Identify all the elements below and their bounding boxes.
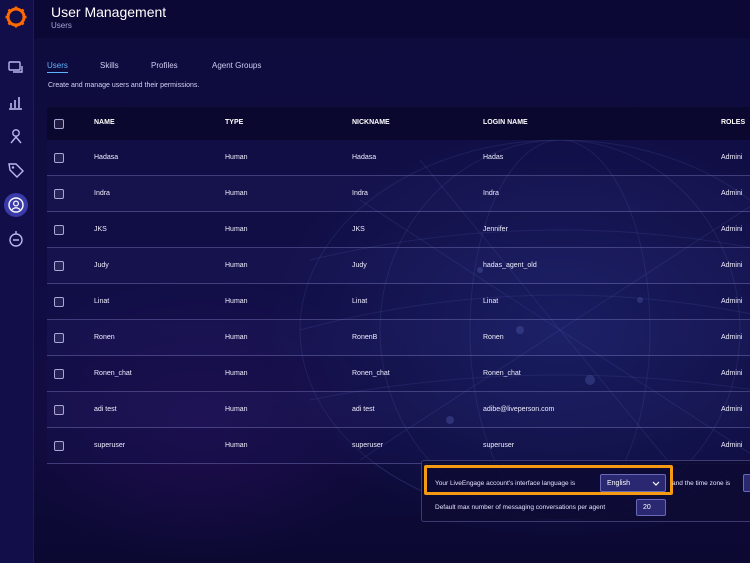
column-header-login-name[interactable]: LOGIN NAME <box>483 119 528 126</box>
row-checkbox[interactable] <box>54 189 64 199</box>
tab-profiles[interactable]: Profiles <box>151 61 178 70</box>
user-name: Ronen_chat <box>94 370 132 377</box>
table-row[interactable]: JKS Human JKS Jennifer Admini <box>47 212 750 248</box>
user-type: Human <box>225 154 248 161</box>
row-checkbox[interactable] <box>54 225 64 235</box>
column-header-roles[interactable]: ROLES <box>721 119 745 126</box>
users-table: NAME TYPE NICKNAME LOGIN NAME ROLES Hada… <box>47 107 750 464</box>
user-name: Judy <box>94 262 109 269</box>
user-nickname: superuser <box>352 442 384 449</box>
user-login-name: adibe@liveperson.com <box>483 406 555 413</box>
max-conversations-value: 20 <box>643 504 651 511</box>
row-checkbox[interactable] <box>54 369 64 379</box>
user-login-name: Ronen <box>483 334 504 341</box>
user-roles: Admini <box>721 154 743 161</box>
liveperson-logo-icon[interactable] <box>5 6 27 28</box>
user-login-name: Linat <box>483 298 499 305</box>
row-checkbox[interactable] <box>54 441 64 451</box>
row-checkbox[interactable] <box>54 261 64 271</box>
user-roles: Admini <box>721 370 743 377</box>
row-checkbox[interactable] <box>54 405 64 415</box>
user-nickname: Hadasa <box>352 154 377 161</box>
sidebar <box>0 0 34 563</box>
timezone-select[interactable] <box>743 474 750 492</box>
user-login-name: Ronen_chat <box>483 370 521 377</box>
user-roles: Admini <box>721 298 743 305</box>
user-nickname: RonenB <box>352 334 378 341</box>
page-subtitle: Users <box>51 21 72 30</box>
table-row[interactable]: Ronen Human RonenB Ronen Admini <box>47 320 750 356</box>
user-nickname: Linat <box>352 298 368 305</box>
tab-skills[interactable]: Skills <box>100 61 119 70</box>
user-nickname: Indra <box>352 190 368 197</box>
chevron-down-icon <box>652 481 660 486</box>
table-row[interactable]: Linat Human Linat Linat Admini <box>47 284 750 320</box>
user-name: Indra <box>94 190 110 197</box>
user-login-name: hadas_agent_old <box>483 262 537 269</box>
agent-icon[interactable] <box>6 126 26 146</box>
table-row[interactable]: adi test Human adi test adibe@liveperson.co… <box>47 392 750 428</box>
user-roles: Admini <box>721 442 743 449</box>
user-type: Human <box>225 298 248 305</box>
table-row[interactable]: superuser Human superuser superuser Admini <box>47 428 750 464</box>
column-header-nickname[interactable]: NICKNAME <box>352 119 390 126</box>
analytics-icon[interactable] <box>6 92 26 112</box>
timezone-label: and the time zone is <box>672 480 731 487</box>
user-type: Human <box>225 190 248 197</box>
page-title: User Management <box>51 4 167 20</box>
table-row[interactable]: Hadasa Human Hadasa Hadas Admini <box>47 140 750 176</box>
user-roles: Admini <box>721 262 743 269</box>
user-roles: Admini <box>721 406 743 413</box>
row-checkbox[interactable] <box>54 297 64 307</box>
user-name: Ronen <box>94 334 115 341</box>
page-header: User Management Users <box>34 0 750 38</box>
conversations-icon[interactable] <box>6 58 26 78</box>
user-login-name: Jennifer <box>483 226 508 233</box>
user-type: Human <box>225 406 248 413</box>
user-nickname: Judy <box>352 262 367 269</box>
select-all-checkbox[interactable] <box>54 119 64 129</box>
table-row[interactable]: Ronen_chat Human Ronen_chat Ronen_chat Admin… <box>47 356 750 392</box>
language-select-value: English <box>607 480 630 487</box>
tab-description: Create and manage users and their permis… <box>48 82 200 89</box>
max-conversations-input[interactable]: 20 <box>636 499 666 516</box>
column-header-name[interactable]: NAME <box>94 119 115 126</box>
user-name: superuser <box>94 442 126 449</box>
row-checkbox[interactable] <box>54 153 64 163</box>
tag-icon[interactable] <box>6 160 26 180</box>
tab-agent-groups[interactable]: Agent Groups <box>212 61 261 70</box>
language-label: Your LiveEngage account's interface lang… <box>435 480 576 487</box>
user-name: Linat <box>94 298 110 305</box>
user-name: Hadasa <box>94 154 119 161</box>
users-icon[interactable] <box>6 195 26 215</box>
user-type: Human <box>225 334 248 341</box>
language-select[interactable]: English <box>600 474 666 492</box>
table-row[interactable]: Indra Human Indra Indra Admini <box>47 176 750 212</box>
user-nickname: adi test <box>352 406 375 413</box>
user-name: JKS <box>94 226 107 233</box>
max-conversations-label: Default max number of messaging conversa… <box>435 504 606 511</box>
user-type: Human <box>225 442 248 449</box>
user-type: Human <box>225 226 248 233</box>
campaign-icon[interactable] <box>6 229 26 249</box>
row-checkbox[interactable] <box>54 333 64 343</box>
table-row[interactable]: Judy Human Judy hadas_agent_old Admini <box>47 248 750 284</box>
user-nickname: JKS <box>352 226 365 233</box>
user-roles: Admini <box>721 334 743 341</box>
user-type: Human <box>225 370 248 377</box>
user-name: adi test <box>94 406 117 413</box>
user-login-name: Hadas <box>483 154 504 161</box>
tab-users[interactable]: Users <box>47 61 68 73</box>
user-roles: Admini <box>721 226 743 233</box>
user-nickname: Ronen_chat <box>352 370 390 377</box>
user-type: Human <box>225 262 248 269</box>
column-header-type[interactable]: TYPE <box>225 119 243 126</box>
user-login-name: Indra <box>483 190 499 197</box>
user-roles: Admini <box>721 190 743 197</box>
user-login-name: superuser <box>483 442 515 449</box>
table-header: NAME TYPE NICKNAME LOGIN NAME ROLES <box>47 107 750 140</box>
